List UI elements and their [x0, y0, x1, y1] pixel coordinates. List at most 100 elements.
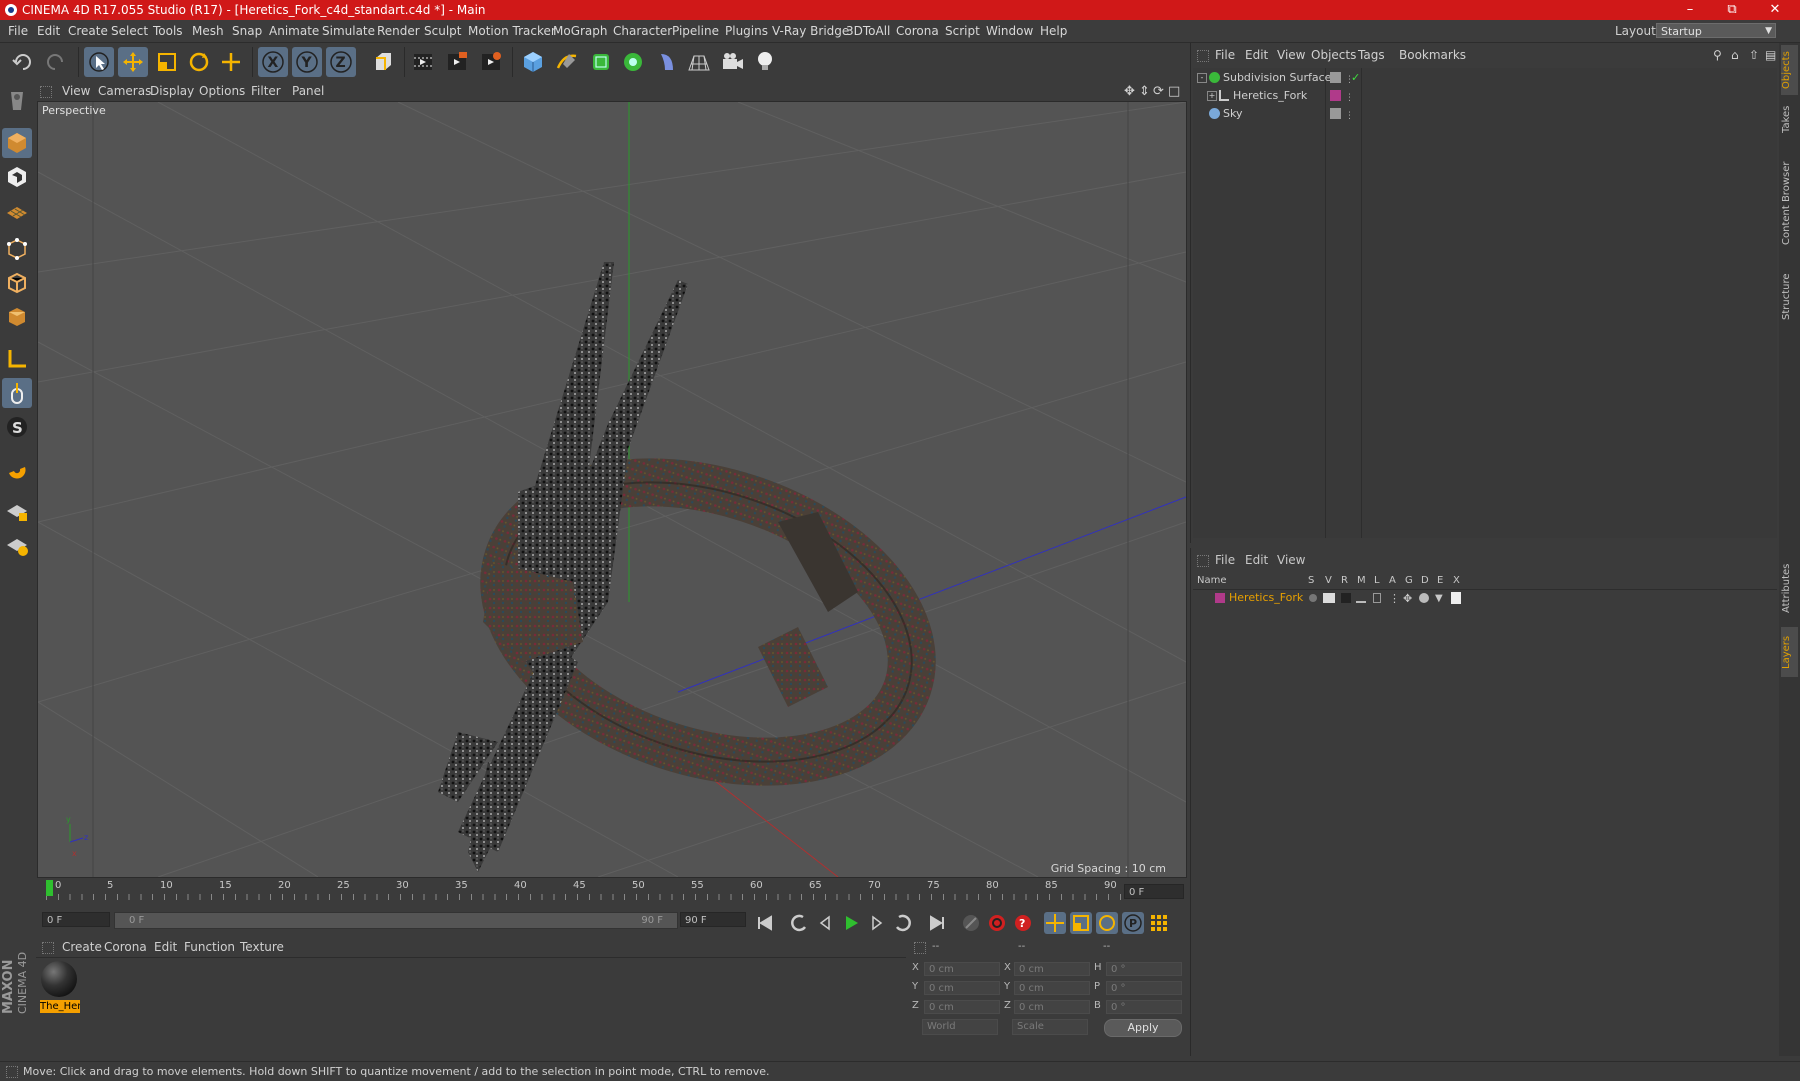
layout-dropdown[interactable]: Startup ▼ [1656, 23, 1776, 38]
om-menu-edit[interactable]: Edit [1245, 43, 1268, 67]
rot-b-field[interactable]: 0 ° [1106, 1000, 1182, 1014]
lm-menu-edit[interactable]: Edit [1245, 548, 1268, 572]
key-parameter-icon[interactable]: P [1122, 912, 1144, 934]
points-mode-icon[interactable] [2, 234, 32, 264]
pos-y-field[interactable]: 0 cm [924, 981, 1000, 995]
layer-color-swatch[interactable] [1215, 593, 1225, 603]
manager-toggle-icon[interactable] [1356, 593, 1366, 603]
lock-toggle-icon[interactable] [1373, 593, 1381, 603]
om-menu-file[interactable]: File [1215, 43, 1235, 67]
menu-pipeline[interactable]: Pipeline [672, 20, 719, 42]
home-icon[interactable]: ⌂ [1731, 43, 1739, 67]
lm-menu-file[interactable]: File [1215, 548, 1235, 572]
next-key-icon[interactable] [892, 912, 914, 934]
pen-spline-icon[interactable] [552, 47, 582, 77]
viewport-move-icon[interactable]: ✥ [1124, 82, 1135, 101]
key-rotation-icon[interactable] [1096, 912, 1118, 934]
object-row-subdivision-surface[interactable]: - Subdivision Surface ⋮ ✓ [1193, 69, 1777, 87]
previous-key-icon[interactable] [788, 912, 810, 934]
viewport-dolly-icon[interactable]: ⇕ [1139, 82, 1150, 101]
menu-plugins[interactable]: Plugins [725, 20, 768, 42]
light-icon[interactable] [750, 47, 780, 77]
object-row-sky[interactable]: Sky ⋮ [1193, 105, 1777, 123]
x-axis-lock-icon[interactable]: X [258, 47, 288, 77]
material-swatch[interactable]: The_Her [40, 960, 80, 1014]
layer-color-icon[interactable] [1330, 90, 1341, 101]
editor-visibility-icon[interactable] [1330, 72, 1341, 83]
texture-mode-icon[interactable] [2, 162, 32, 192]
tab-content-browser[interactable]: Content Browser [1781, 143, 1798, 263]
edges-mode-icon[interactable] [2, 268, 32, 298]
enabled-check-icon[interactable]: ✓ [1351, 69, 1360, 87]
om-menu-bookmarks[interactable]: Bookmarks [1399, 43, 1466, 67]
workplane-lock-icon[interactable] [2, 496, 32, 526]
render-toggle-icon[interactable] [1341, 593, 1351, 603]
material-menu-edit[interactable]: Edit [154, 937, 177, 957]
play-forward-icon[interactable] [840, 912, 862, 934]
material-menu-function[interactable]: Function [184, 937, 235, 957]
live-selection-icon[interactable] [84, 47, 114, 77]
floor-scene-icon[interactable] [684, 47, 714, 77]
view-toggle-icon[interactable] [1323, 593, 1335, 603]
minimize-button[interactable]: – [1667, 0, 1713, 20]
timeline-ruler[interactable]: 0 5 10 15 20 25 30 35 40 45 50 55 60 65 … [36, 878, 1186, 906]
menu-3dtoall[interactable]: 3DToAll [846, 20, 890, 42]
material-menu-create[interactable]: Create [62, 937, 102, 957]
viewport-maximize-icon[interactable]: □ [1168, 82, 1180, 101]
viewport-menu-filter[interactable]: Filter [251, 82, 281, 101]
search-icon[interactable]: ⚲ [1713, 43, 1722, 67]
model-mode-icon[interactable] [2, 128, 32, 158]
viewport-menu-view[interactable]: View [62, 82, 90, 101]
om-menu-view[interactable]: View [1277, 43, 1305, 67]
axis-mode-icon[interactable] [2, 344, 32, 374]
render-settings-icon[interactable] [476, 47, 506, 77]
current-frame-field[interactable]: 0 F [1124, 884, 1184, 899]
scale-tool-icon[interactable] [152, 47, 182, 77]
rot-h-field[interactable]: 0 ° [1106, 962, 1182, 976]
make-editable-icon[interactable] [2, 86, 32, 116]
coordinate-system-icon[interactable] [368, 47, 398, 77]
key-position-icon[interactable] [1044, 912, 1066, 934]
menu-mesh[interactable]: Mesh [192, 20, 224, 42]
pos-z-field[interactable]: 0 cm [924, 1000, 1000, 1014]
menu-file[interactable]: File [8, 20, 28, 42]
record-disabled-icon[interactable] [960, 912, 982, 934]
subdivision-generator-icon[interactable] [586, 47, 616, 77]
camera-icon[interactable] [718, 47, 748, 77]
size-z-field[interactable]: 0 cm [1014, 1000, 1090, 1014]
tab-objects[interactable]: Objects [1781, 45, 1798, 95]
tweak-mode-icon[interactable] [2, 378, 32, 408]
deformer-toggle-icon[interactable] [1419, 593, 1429, 603]
grid-settings-icon[interactable] [2, 530, 32, 560]
om-menu-objects[interactable]: Objects [1311, 43, 1356, 67]
menu-select[interactable]: Select [111, 20, 148, 42]
panel-layout-icon[interactable]: ▤ [1765, 43, 1776, 67]
go-to-start-icon[interactable] [754, 912, 776, 934]
key-scale-icon[interactable] [1070, 912, 1092, 934]
generator-toggle-icon[interactable]: ✥ [1403, 591, 1412, 607]
menu-animate[interactable]: Animate [269, 20, 319, 42]
magnet-icon[interactable] [2, 454, 32, 484]
menu-create[interactable]: Create [68, 20, 108, 42]
perspective-viewport[interactable]: y z x Perspective Grid Spacing : 10 cm [37, 101, 1187, 878]
object-row-heretics-fork[interactable]: + Heretics_Fork ⋮ [1193, 87, 1777, 105]
menu-script[interactable]: Script [945, 20, 980, 42]
workplane-mode-icon[interactable] [2, 196, 32, 226]
tab-layers[interactable]: Layers [1781, 627, 1798, 677]
menu-render[interactable]: Render [377, 20, 420, 42]
apply-button[interactable]: Apply [1104, 1019, 1182, 1037]
end-frame-field[interactable]: 90 F [680, 912, 746, 927]
animation-toggle-icon[interactable]: ⋮ [1389, 591, 1400, 607]
undo-button[interactable] [8, 47, 38, 77]
playhead-marker[interactable] [46, 880, 53, 896]
viewport-menu-options[interactable]: Options [199, 82, 245, 101]
menu-help[interactable]: Help [1040, 20, 1067, 42]
tab-takes[interactable]: Takes [1781, 99, 1798, 139]
viewport-rotate-icon[interactable]: ⟳ [1153, 82, 1164, 101]
collapse-icon[interactable]: - [1197, 73, 1207, 83]
deformer-icon[interactable] [652, 47, 682, 77]
previous-frame-icon[interactable] [814, 912, 836, 934]
rot-p-field[interactable]: 0 ° [1106, 981, 1182, 995]
key-pla-icon[interactable] [1148, 912, 1170, 934]
layer-row[interactable]: Heretics_Fork ⋮ ✥ ▼ [1193, 590, 1777, 606]
